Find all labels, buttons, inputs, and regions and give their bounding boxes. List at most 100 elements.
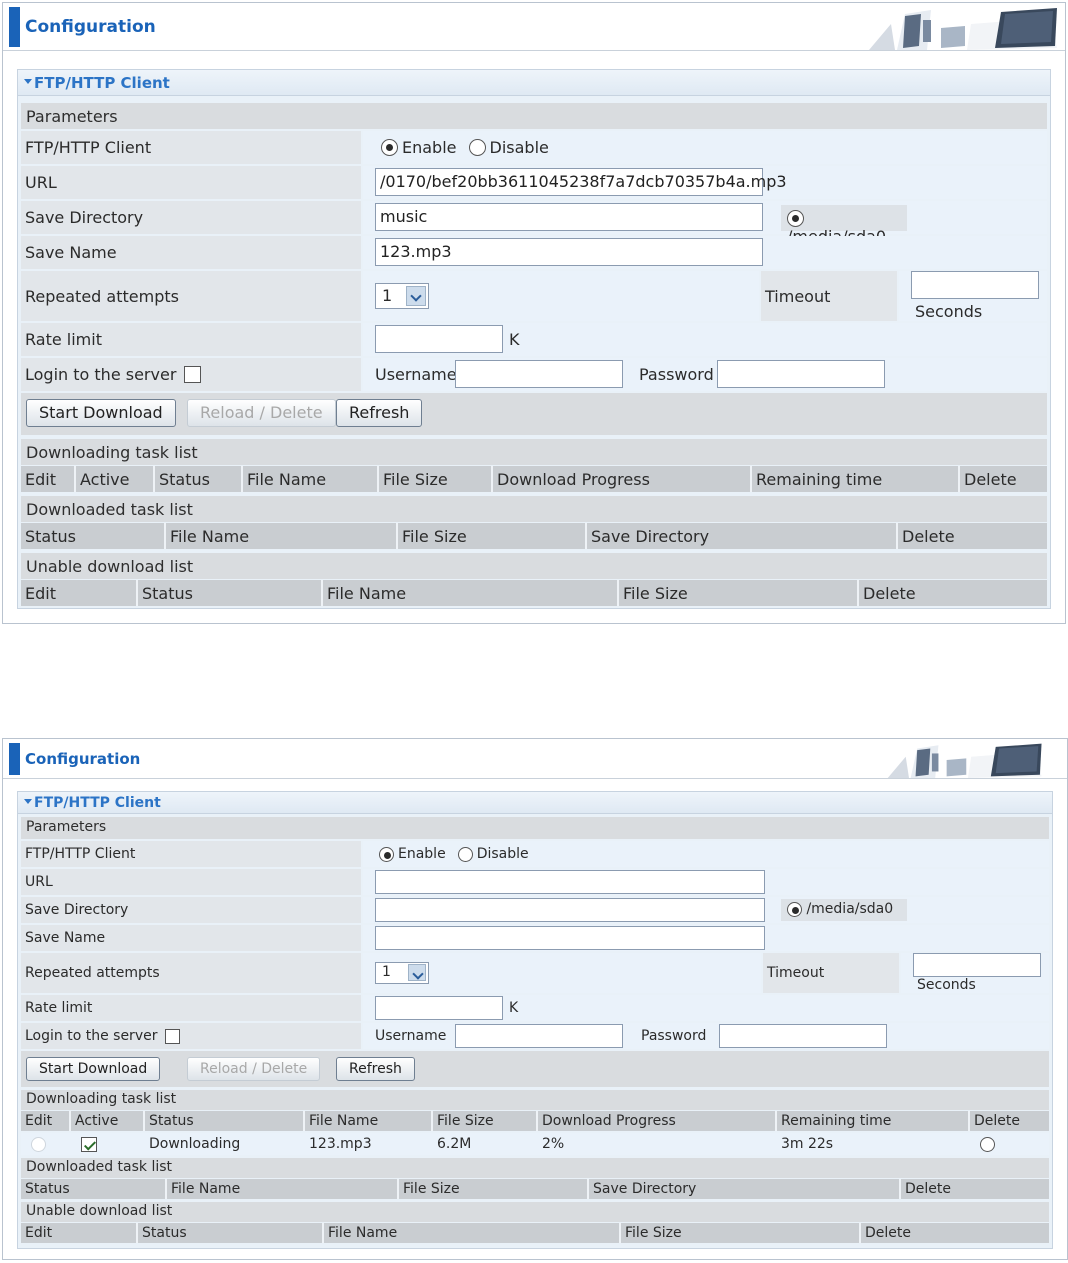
url-value bbox=[363, 869, 1049, 895]
repeated-select[interactable]: 1 bbox=[375, 283, 429, 309]
password-input[interactable] bbox=[719, 1024, 887, 1048]
parameters-section: Parameters bbox=[21, 103, 1047, 129]
col-delete: Delete bbox=[960, 466, 1047, 492]
config-header: Configuration bbox=[3, 3, 1065, 51]
box-title[interactable]: FTP/HTTP Client bbox=[18, 792, 1052, 814]
col-edit: Edit bbox=[21, 580, 138, 606]
client-value: Enable Disable bbox=[363, 841, 1049, 867]
col-status: Status bbox=[21, 1179, 167, 1199]
save-dir-label: Save Directory bbox=[21, 201, 361, 234]
collapse-triangle-icon bbox=[24, 79, 32, 84]
login-checkbox[interactable] bbox=[165, 1028, 181, 1044]
repeated-value: 1 bbox=[363, 271, 759, 321]
login-row: Login to the server Username Password bbox=[21, 1023, 1049, 1049]
rate-label: Rate limit bbox=[21, 995, 361, 1021]
save-name-row: Save Name 123.mp3 bbox=[21, 236, 1047, 269]
start-download-button[interactable]: Start Download bbox=[26, 399, 176, 427]
downloading-header: Edit Active Status File Name File Size D… bbox=[21, 466, 1047, 492]
refresh-button[interactable]: Refresh bbox=[336, 399, 423, 427]
box-title-text: FTP/HTTP Client bbox=[34, 795, 161, 811]
media-option: /media/sda0 bbox=[781, 899, 907, 921]
rate-value: K bbox=[363, 995, 1049, 1021]
timeout-value: Seconds bbox=[899, 271, 1047, 321]
reload-delete-button[interactable]: Reload / Delete bbox=[187, 399, 336, 427]
media-option: /media/sda0 bbox=[781, 205, 907, 246]
unable-section: Unable download list bbox=[21, 1202, 1049, 1222]
login-label-cell: Login to the server bbox=[21, 358, 361, 391]
rate-input[interactable] bbox=[375, 996, 503, 1020]
disable-radio[interactable] bbox=[457, 846, 473, 862]
downloaded-section: Downloaded task list bbox=[21, 496, 1047, 522]
save-dir-input[interactable]: music bbox=[375, 203, 763, 231]
login-label-cell: Login to the server bbox=[21, 1023, 361, 1049]
login-label: Login to the server bbox=[25, 365, 177, 384]
col-file-name: File Name bbox=[243, 466, 379, 492]
col-remaining-time: Remaining time bbox=[777, 1111, 970, 1131]
unable-header: Edit Status File Name File Size Delete bbox=[21, 580, 1047, 606]
login-checkbox[interactable] bbox=[184, 366, 202, 383]
seconds-label: Seconds bbox=[917, 977, 976, 993]
save-name-input[interactable] bbox=[375, 926, 765, 950]
start-download-button[interactable]: Start Download bbox=[26, 1057, 161, 1081]
repeated-label: Repeated attempts bbox=[21, 953, 361, 993]
save-dir-row: Save Directory music /media/sda0 bbox=[21, 201, 1047, 246]
rate-row: Rate limit K bbox=[21, 323, 1047, 356]
box-title[interactable]: FTP/HTTP Client bbox=[18, 70, 1050, 96]
save-name-row: Save Name bbox=[21, 925, 1049, 951]
ftp-http-client-box: FTP/HTTP Client Parameters FTP/HTTP Clie… bbox=[17, 69, 1051, 609]
col-file-name: File Name bbox=[305, 1111, 433, 1131]
edit-radio[interactable] bbox=[31, 1136, 46, 1152]
save-dir-value: /media/sda0 bbox=[363, 897, 1049, 923]
timeout-input[interactable] bbox=[911, 271, 1039, 299]
button-row: Start Download Reload / Delete Refresh bbox=[21, 393, 1047, 435]
col-delete: Delete bbox=[861, 1223, 1049, 1243]
box-title-text: FTP/HTTP Client bbox=[34, 74, 170, 92]
refresh-button[interactable]: Refresh bbox=[336, 1057, 415, 1081]
rate-unit: K bbox=[509, 1000, 519, 1016]
downloading-header: Edit Active Status File Name File Size D… bbox=[21, 1111, 1049, 1131]
progress-cell: 2% bbox=[538, 1133, 777, 1155]
login-value: Username Password bbox=[363, 358, 1047, 391]
enable-label: Enable bbox=[402, 138, 457, 157]
password-input[interactable] bbox=[717, 360, 885, 388]
parameters-section: Parameters bbox=[21, 817, 1049, 839]
repeated-selected: 1 bbox=[382, 964, 391, 980]
config-header: Configuration bbox=[3, 739, 1067, 779]
username-input[interactable] bbox=[455, 360, 623, 388]
repeated-label: Repeated attempts bbox=[21, 271, 361, 321]
enable-radio[interactable] bbox=[381, 139, 398, 156]
rate-value: K bbox=[363, 323, 1047, 356]
delete-radio[interactable] bbox=[980, 1136, 995, 1152]
username-input[interactable] bbox=[455, 1024, 623, 1048]
url-input[interactable]: /0170/bef20bb3611045238f7a7dcb70357b4a.m… bbox=[375, 168, 787, 196]
url-input[interactable] bbox=[375, 870, 765, 894]
repeated-select[interactable]: 1 bbox=[375, 962, 429, 984]
col-file-size: File Size bbox=[621, 1223, 861, 1243]
timeout-value: Seconds bbox=[901, 953, 1049, 993]
active-checkbox[interactable] bbox=[81, 1136, 97, 1152]
disable-radio[interactable] bbox=[468, 139, 486, 156]
col-file-size: File Size bbox=[619, 580, 859, 606]
header-accent-bar bbox=[9, 743, 20, 775]
url-value: /0170/bef20bb3611045238f7a7dcb70357b4a.m… bbox=[363, 166, 1047, 199]
client-label: FTP/HTTP Client bbox=[21, 841, 361, 867]
save-name-label: Save Name bbox=[21, 925, 361, 951]
media-radio[interactable] bbox=[787, 210, 804, 227]
url-label: URL bbox=[21, 166, 361, 199]
disable-label: Disable bbox=[476, 846, 529, 862]
client-label: FTP/HTTP Client bbox=[21, 131, 361, 164]
downloaded-header: Status File Name File Size Save Director… bbox=[21, 1179, 1049, 1199]
collapse-triangle-icon bbox=[24, 798, 32, 804]
header-accent-bar bbox=[9, 7, 20, 47]
login-value: Username Password bbox=[363, 1023, 1049, 1049]
col-edit: Edit bbox=[21, 1111, 71, 1131]
rate-input[interactable] bbox=[375, 325, 503, 353]
save-dir-input[interactable] bbox=[375, 898, 765, 922]
reload-delete-button[interactable]: Reload / Delete bbox=[187, 1057, 321, 1081]
login-label: Login to the server bbox=[25, 1028, 158, 1044]
rate-unit: K bbox=[509, 330, 520, 349]
timeout-input[interactable] bbox=[913, 953, 1041, 977]
media-radio[interactable] bbox=[787, 901, 802, 917]
enable-radio[interactable] bbox=[379, 846, 394, 862]
save-name-input[interactable]: 123.mp3 bbox=[375, 238, 763, 266]
